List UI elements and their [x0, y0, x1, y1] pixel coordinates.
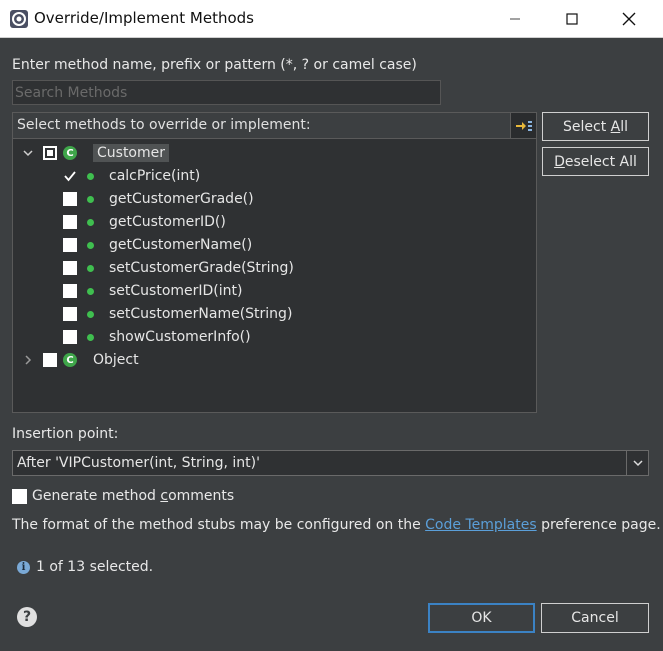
method-label: getCustomerName() — [109, 237, 253, 253]
info-icon: i — [17, 561, 30, 574]
tree-header: Select methods to override or implement: — [13, 113, 536, 139]
method-checkbox[interactable] — [63, 238, 77, 252]
status-text: 1 of 13 selected. — [36, 559, 154, 575]
tree-header-label: Select methods to override or implement: — [17, 117, 311, 133]
method-label: showCustomerInfo() — [109, 329, 251, 345]
class-name: Customer — [93, 144, 170, 162]
help-icon[interactable]: ? — [17, 607, 37, 627]
cancel-label: Cancel — [571, 610, 619, 626]
class-name: Object — [93, 352, 139, 368]
chevron-right-icon[interactable] — [21, 353, 35, 367]
insertion-point-select[interactable]: After 'VIPCustomer(int, String, int)' — [12, 450, 649, 476]
method-label: getCustomerGrade() — [109, 191, 254, 207]
generate-comments-label[interactable]: Generate method comments — [32, 488, 234, 504]
minimize-icon — [510, 18, 520, 19]
tree-method-row[interactable]: setCustomerGrade(String) — [63, 257, 294, 279]
close-icon — [622, 12, 636, 25]
code-templates-link[interactable]: Code Templates — [425, 517, 536, 533]
ok-button[interactable]: OK — [428, 603, 535, 633]
select-all-button[interactable]: Select All — [542, 112, 649, 141]
object-checkbox[interactable] — [43, 353, 57, 367]
tree-node-object[interactable]: C Object — [21, 349, 139, 371]
tree-method-row[interactable]: getCustomerGrade() — [63, 188, 254, 210]
public-method-icon — [87, 310, 94, 318]
tree-method-row[interactable]: setCustomerID(int) — [63, 280, 243, 302]
public-method-icon — [87, 264, 94, 272]
method-checkbox[interactable] — [63, 330, 77, 344]
tree-method-row[interactable]: setCustomerName(String) — [63, 303, 292, 325]
select-all-mnemonic: A — [610, 118, 621, 135]
close-button[interactable] — [601, 0, 657, 37]
search-label: Enter method name, prefix or pattern (*,… — [12, 57, 417, 73]
insertion-point-label: Insertion point: — [12, 426, 119, 442]
insertion-point-value: After 'VIPCustomer(int, String, int)' — [17, 455, 260, 471]
public-method-icon — [87, 333, 94, 341]
search-input[interactable] — [12, 80, 441, 105]
method-checkbox[interactable] — [63, 261, 77, 275]
minimize-button[interactable] — [487, 0, 543, 37]
format-note: The format of the method stubs may be co… — [12, 517, 661, 533]
format-note-text: The format of the method stubs may be co… — [12, 517, 426, 533]
tree-method-row[interactable]: showCustomerInfo() — [63, 326, 251, 348]
public-method-icon — [87, 195, 94, 203]
cancel-button[interactable]: Cancel — [541, 603, 649, 633]
title-bar: Override/Implement Methods — [0, 0, 663, 38]
deselect-all-mnemonic: D — [554, 153, 565, 170]
ok-label: OK — [471, 610, 492, 626]
method-checkbox[interactable] — [63, 192, 77, 206]
eclipse-icon — [9, 9, 29, 29]
methods-tree: Select methods to override or implement:… — [12, 112, 537, 413]
public-method-icon — [87, 287, 94, 295]
maximize-icon — [566, 12, 578, 25]
method-label: getCustomerID() — [109, 214, 226, 230]
class-icon: C — [63, 146, 77, 160]
method-checkbox[interactable] — [63, 284, 77, 298]
method-label: setCustomerName(String) — [109, 306, 293, 322]
class-icon: C — [63, 353, 77, 367]
tree-method-row[interactable]: getCustomerID() — [63, 211, 226, 233]
public-method-icon — [87, 172, 94, 180]
maximize-button[interactable] — [544, 0, 600, 37]
method-checkbox[interactable] — [63, 215, 77, 229]
select-all-label: Select — [563, 118, 611, 135]
method-label: setCustomerID(int) — [109, 283, 243, 299]
deselect-all-label: eselect All — [564, 153, 637, 170]
tree-method-row[interactable]: calcPrice(int) — [63, 165, 200, 187]
sort-members-button[interactable] — [510, 113, 536, 138]
checkmark-icon — [64, 171, 76, 182]
format-note-text-rest: preference page. — [536, 517, 661, 533]
tree-node-customer[interactable]: C Customer — [21, 142, 170, 164]
customer-checkbox[interactable] — [43, 146, 57, 160]
method-checkbox[interactable] — [63, 169, 77, 183]
public-method-icon — [87, 241, 94, 249]
tree-body: C Customer calcPrice(int) getCustomerGra… — [13, 140, 536, 412]
generate-comments-text: Generate method — [32, 488, 161, 504]
generate-comments-text-rest: omments — [168, 488, 235, 504]
method-label: calcPrice(int) — [109, 168, 201, 184]
public-method-icon — [87, 218, 94, 226]
deselect-all-button[interactable]: Deselect All — [542, 147, 649, 176]
select-all-label-rest: ll — [620, 118, 628, 135]
chevron-down-icon[interactable] — [21, 146, 35, 160]
window-title: Override/Implement Methods — [34, 9, 254, 27]
tree-method-row[interactable]: getCustomerName() — [63, 234, 252, 256]
method-label: setCustomerGrade(String) — [109, 260, 294, 276]
generate-comments-checkbox[interactable] — [12, 489, 27, 504]
sort-members-icon — [515, 120, 532, 131]
method-checkbox[interactable] — [63, 307, 77, 321]
chevron-down-icon[interactable] — [626, 451, 648, 475]
generate-comments-mnemonic: c — [160, 488, 169, 504]
